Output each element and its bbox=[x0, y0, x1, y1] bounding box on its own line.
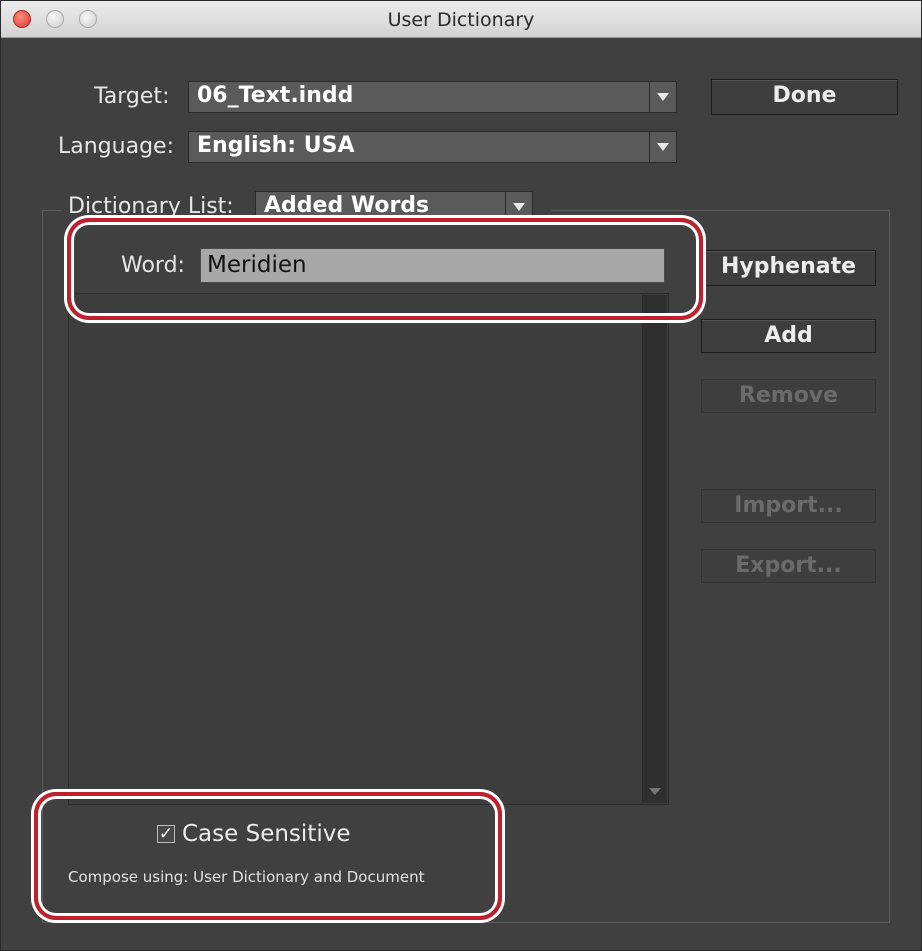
user-dictionary-dialog: User Dictionary Target: 06_Text.indd Don… bbox=[0, 0, 922, 951]
chevron-down-icon bbox=[513, 203, 525, 211]
scroll-down-arrow-icon[interactable] bbox=[649, 788, 661, 795]
language-dropdown[interactable]: English: USA bbox=[188, 131, 677, 163]
import-button[interactable]: Import... bbox=[701, 489, 876, 523]
hyphenate-button[interactable]: Hyphenate bbox=[701, 250, 876, 286]
word-list[interactable] bbox=[68, 293, 669, 805]
case-sensitive-highlight-ring bbox=[34, 792, 502, 920]
target-dropdown[interactable]: 06_Text.indd bbox=[188, 81, 677, 113]
export-button[interactable]: Export... bbox=[701, 549, 876, 583]
title-bar[interactable]: User Dictionary bbox=[1, 1, 921, 38]
list-scrollbar[interactable] bbox=[642, 295, 667, 803]
done-button[interactable]: Done bbox=[711, 79, 898, 115]
add-button[interactable]: Add bbox=[701, 319, 876, 353]
target-label: Target: bbox=[94, 84, 170, 109]
chevron-down-icon bbox=[657, 143, 669, 151]
window-title: User Dictionary bbox=[387, 9, 535, 31]
dictionary-list-value: Added Words bbox=[264, 193, 430, 218]
remove-button[interactable]: Remove bbox=[701, 379, 876, 413]
word-highlight-ring bbox=[67, 218, 703, 320]
language-label: Language: bbox=[58, 134, 174, 159]
chevron-down-icon bbox=[657, 93, 669, 101]
target-value: 06_Text.indd bbox=[197, 83, 354, 108]
dictionary-list-label: Dictionary List: bbox=[68, 194, 234, 219]
language-dropdown-arrow[interactable] bbox=[649, 132, 676, 162]
target-dropdown-arrow[interactable] bbox=[649, 82, 676, 112]
language-value: English: USA bbox=[197, 133, 355, 158]
